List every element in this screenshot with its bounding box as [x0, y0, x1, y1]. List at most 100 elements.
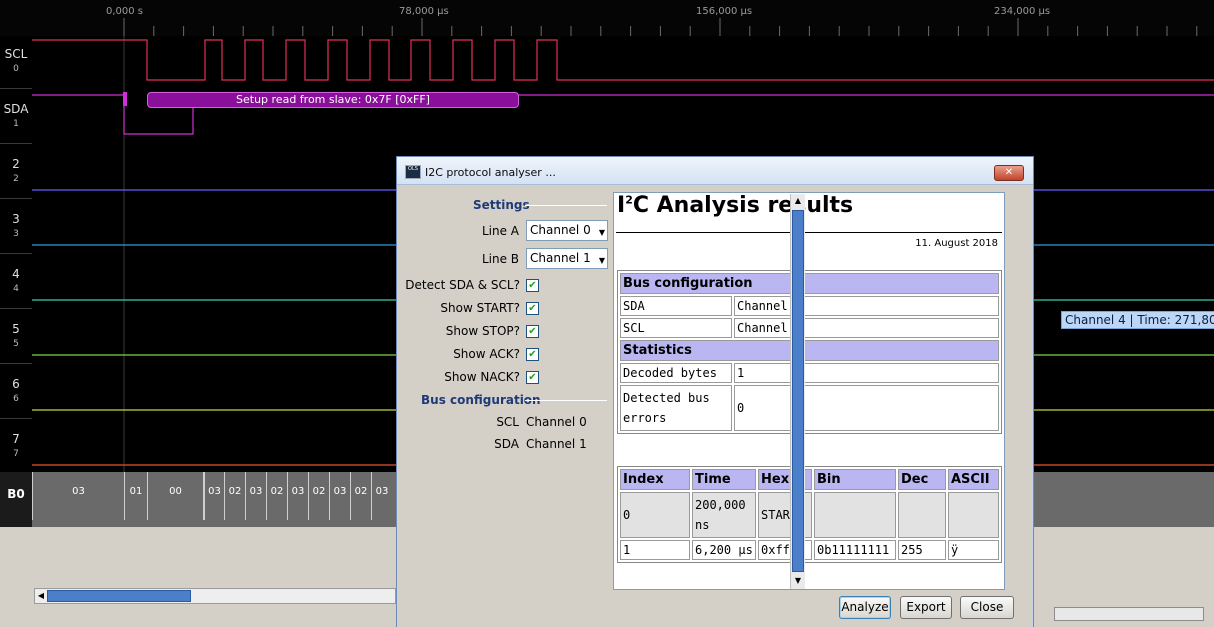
bus-label: B0	[0, 472, 32, 527]
i2c-analyser-dialog: OLS I2C protocol analyser ... ✕ Settings…	[396, 156, 1034, 627]
col-header: Time	[692, 469, 756, 490]
row-separator	[0, 143, 32, 144]
ch-label-4[interactable]: 4	[0, 267, 32, 281]
detect-sda-scl-checkbox[interactable]: ✔	[526, 279, 539, 292]
line-b-value: Channel 1	[530, 251, 591, 265]
section-divider	[525, 205, 607, 206]
ch-label-5[interactable]: 5	[0, 322, 32, 336]
cell	[814, 492, 896, 538]
scroll-thumb[interactable]	[47, 590, 191, 602]
scroll-thumb[interactable]	[792, 210, 804, 572]
row-separator	[0, 198, 32, 199]
row-separator	[0, 253, 32, 254]
line-a-label: Line A	[481, 224, 519, 238]
cell: SDA	[620, 296, 732, 316]
cell: 0	[734, 385, 999, 431]
statistics-header: Statistics	[620, 340, 999, 361]
scl-config-label: SCL	[496, 415, 519, 429]
cell: Detected bus errors	[620, 385, 732, 431]
bus-cell[interactable]: 03	[203, 472, 224, 520]
bus-config-title: Bus configuration	[421, 393, 541, 407]
cell: Channel 0	[734, 318, 999, 338]
cell: 0b11111111	[814, 540, 896, 560]
cell: 255	[898, 540, 946, 560]
settings-title: Settings	[473, 198, 530, 212]
bus-config-header: Bus configuration	[620, 273, 999, 294]
show-nack-checkbox[interactable]: ✔	[526, 371, 539, 384]
report-title-pre: I	[617, 193, 626, 218]
cell: 200,000 ns	[692, 492, 756, 538]
line-b-select[interactable]: Channel 1 ▼	[526, 248, 608, 269]
cell	[948, 492, 999, 538]
line-a-value: Channel 0	[530, 223, 591, 237]
chevron-down-icon: ▼	[598, 228, 605, 237]
horizontal-scrollbar[interactable]: ◀	[34, 588, 396, 604]
logic-analyzer-window: 0,000 s 78,000 µs 156,000 µs 234,000 µs …	[0, 0, 1214, 627]
show-start-checkbox[interactable]: ✔	[526, 302, 539, 315]
start-marker	[123, 92, 127, 106]
ch-label-scl[interactable]: SCL	[0, 47, 32, 61]
app-icon: OLS	[405, 165, 421, 179]
report-vertical-scrollbar[interactable]: ▲ ▼	[790, 194, 805, 589]
table-row: Detected bus errors 0	[620, 385, 999, 431]
ch-label-3[interactable]: 3	[0, 212, 32, 226]
show-stop-label: Show STOP?	[445, 324, 520, 338]
report-title: I2C Analysis results	[617, 193, 853, 218]
detect-sda-scl-label: Detect SDA & SCL?	[405, 278, 520, 292]
close-button[interactable]: Close	[960, 596, 1014, 619]
export-button[interactable]: Export	[900, 596, 952, 619]
ch-index-1: 1	[13, 119, 19, 129]
show-stop-checkbox[interactable]: ✔	[526, 325, 539, 338]
bus-cell[interactable]: 03	[32, 472, 124, 520]
analysis-report[interactable]: I2C Analysis results 11. August 2018 Bus…	[613, 192, 1005, 590]
show-ack-label: Show ACK?	[453, 347, 520, 361]
cell: 1	[620, 540, 690, 560]
dialog-titlebar[interactable]: OLS I2C protocol analyser ... ✕	[397, 157, 1033, 185]
line-a-select[interactable]: Channel 0 ▼	[526, 220, 608, 241]
cell: Decoded bytes	[620, 363, 732, 383]
cell	[898, 492, 946, 538]
ch-label-2[interactable]: 2	[0, 157, 32, 171]
ch-label-7[interactable]: 7	[0, 432, 32, 446]
scroll-down-icon[interactable]: ▼	[791, 574, 805, 588]
show-ack-checkbox[interactable]: ✔	[526, 348, 539, 361]
bus-cell[interactable]: 02	[266, 472, 287, 520]
cell: 6,200 µs	[692, 540, 756, 560]
row-separator	[0, 418, 32, 419]
scroll-left-icon[interactable]: ◀	[35, 589, 47, 603]
i2c-annotation[interactable]: Setup read from slave: 0x7F [0xFF]	[147, 92, 519, 108]
cursor-tooltip: Channel 4 | Time: 271,800 µs	[1061, 311, 1214, 329]
bus-cell[interactable]: 02	[350, 472, 371, 520]
show-nack-label: Show NACK?	[444, 370, 520, 384]
ch-index-4: 4	[13, 284, 19, 294]
show-start-label: Show START?	[440, 301, 520, 315]
ch-label-6[interactable]: 6	[0, 377, 32, 391]
col-header: ASCII	[948, 469, 999, 490]
bus-cell[interactable]: 02	[224, 472, 245, 520]
bus-cell[interactable]: 03	[371, 472, 392, 520]
bus-cell[interactable]: 03	[329, 472, 350, 520]
ch-index-6: 6	[13, 394, 19, 404]
row-separator	[0, 88, 32, 89]
ch-index-5: 5	[13, 339, 19, 349]
bus-cell[interactable]: 03	[245, 472, 266, 520]
cell: ÿ	[948, 540, 999, 560]
cell: 1	[734, 363, 999, 383]
analyze-button[interactable]: Analyze	[839, 596, 891, 619]
col-header: Index	[620, 469, 690, 490]
col-header: Dec	[898, 469, 946, 490]
line-b-label: Line B	[481, 252, 519, 266]
bus-cell[interactable]: 00	[147, 472, 203, 520]
close-icon[interactable]: ✕	[994, 165, 1024, 181]
bus-cell[interactable]: 03	[287, 472, 308, 520]
bus-cell[interactable]: 02	[308, 472, 329, 520]
bus-cell[interactable]: 01	[124, 472, 147, 520]
scl-waveform	[32, 39, 1214, 81]
config-stats-table: Bus configuration SDA Channel 1 SCL Chan…	[617, 270, 1002, 434]
scroll-up-icon[interactable]: ▲	[791, 194, 805, 208]
ch-index-7: 7	[13, 449, 19, 459]
table-row: 0 200,000 ns START	[620, 492, 999, 538]
cell: 0	[620, 492, 690, 538]
report-date: 11. August 2018	[915, 238, 998, 249]
ch-label-sda[interactable]: SDA	[0, 102, 32, 116]
